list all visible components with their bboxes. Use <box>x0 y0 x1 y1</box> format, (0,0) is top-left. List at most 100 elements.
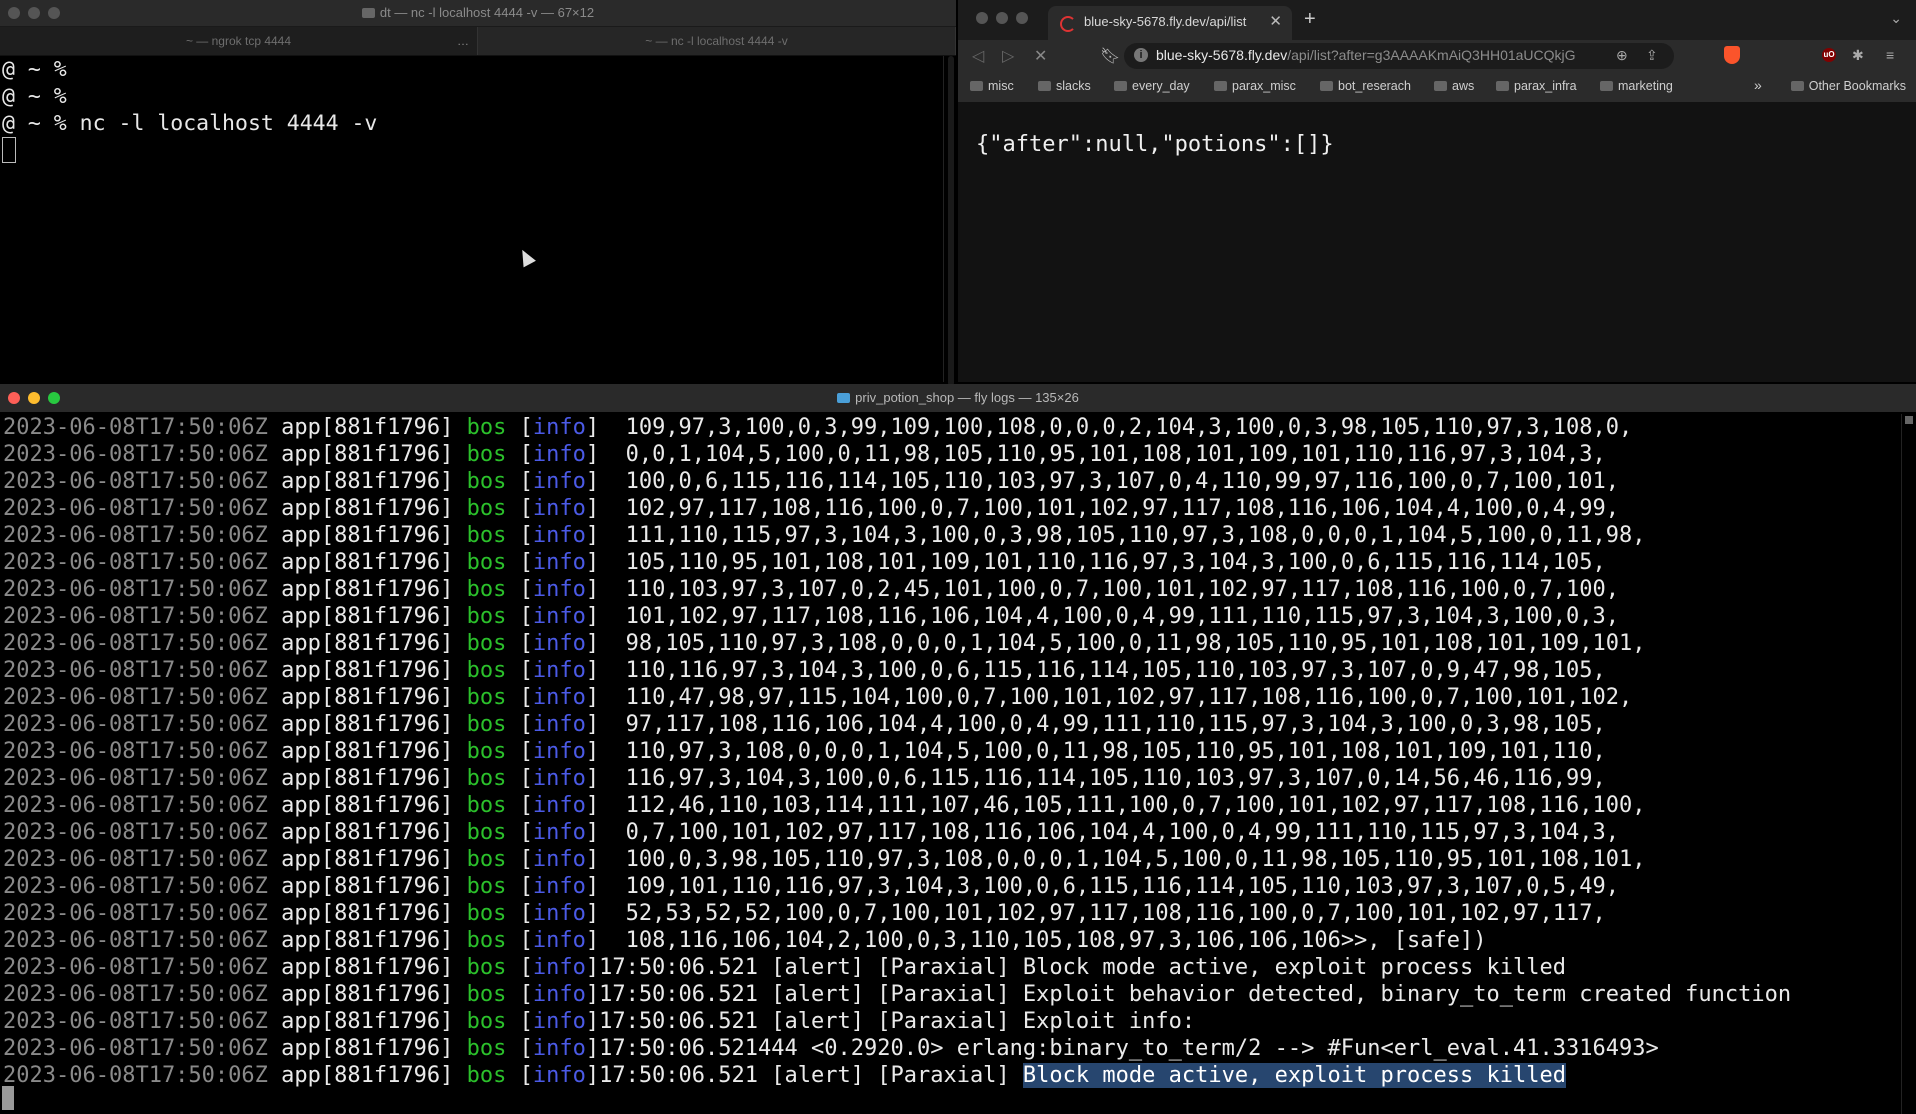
log-app-id: app[881f1796] <box>281 604 454 629</box>
terminal-titlebar[interactable]: dt — nc -l localhost 4444 -v — 67×12 <box>0 0 956 27</box>
log-separator: ] <box>585 577 626 602</box>
log-timestamp: 2023-06-08T17:50:06Z <box>3 1036 268 1061</box>
log-line: 2023-06-08T17:50:06Z app[881f1796] bos [… <box>3 415 1633 440</box>
terminal-window-logs[interactable]: priv_potion_shop — fly logs — 135×26 202… <box>0 384 1916 1114</box>
ublock-icon[interactable]: uO <box>1822 48 1836 62</box>
other-bookmarks[interactable]: Other Bookmarks <box>1790 79 1906 93</box>
log-message: 102,97,117,108,116,100,0,7,100,101,102,9… <box>625 496 1619 521</box>
log-message: 0,7,100,101,102,97,117,108,116,106,104,4… <box>625 820 1619 845</box>
terminal-titlebar[interactable]: priv_potion_shop — fly logs — 135×26 <box>0 384 1916 412</box>
log-line: 2023-06-08T17:50:06Z app[881f1796] bos [… <box>3 766 1606 791</box>
folder-icon <box>1496 81 1509 91</box>
log-line: 2023-06-08T17:50:06Z app[881f1796] bos [… <box>3 712 1606 737</box>
log-level: info <box>532 604 586 629</box>
log-level: info <box>532 793 586 818</box>
bookmark-folder-slacks[interactable]: slacks <box>1038 79 1091 93</box>
log-region: bos <box>466 712 507 737</box>
log-app-id: app[881f1796] <box>281 982 454 1007</box>
chevron-down-icon[interactable]: ⌄ <box>1890 10 1902 27</box>
url-text[interactable]: blue-sky-5678.fly.dev/api/list?after=g3A… <box>1156 47 1576 63</box>
log-region: bos <box>466 793 507 818</box>
log-app-id: app[881f1796] <box>281 550 454 575</box>
log-output[interactable]: 2023-06-08T17:50:06Z app[881f1796] bos [… <box>3 414 1896 1089</box>
bookmarks-overflow-icon[interactable]: » <box>1754 77 1762 93</box>
log-line: 2023-06-08T17:50:06Z app[881f1796] bos [… <box>3 1036 1659 1061</box>
log-app-id: app[881f1796] <box>281 955 454 980</box>
browser-tabbar[interactable]: blue-sky-5678.fly.dev/api/list ✕ + ⌄ <box>958 0 1916 40</box>
zoom-button[interactable] <box>1016 12 1028 24</box>
log-message: 0,0,1,104,5,100,0,11,98,105,110,95,101,1… <box>625 442 1606 467</box>
bookmarks-bar: misc slacks every_day parax_misc bot_res… <box>958 72 1916 103</box>
terminal-window-top[interactable]: dt — nc -l localhost 4444 -v — 67×12 ~ —… <box>0 0 956 386</box>
terminal-output[interactable]: @ ~ % @ ~ % @ ~ % nc -l localhost 4444 -… <box>0 56 942 382</box>
zoom-icon[interactable]: ⊕ <box>1616 47 1628 64</box>
bookmark-folder-parax-misc[interactable]: parax_misc <box>1214 79 1296 93</box>
menu-icon[interactable]: ≡ <box>1886 47 1894 63</box>
tab-overflow-icon[interactable]: … <box>457 27 469 55</box>
bookmark-folder-parax-infra[interactable]: parax_infra <box>1496 79 1577 93</box>
site-info-icon[interactable]: i <box>1134 48 1148 62</box>
back-icon[interactable]: ◁ <box>972 46 984 66</box>
log-level: info <box>532 847 586 872</box>
selected-text[interactable]: Block mode active, exploit process kille… <box>1022 1063 1566 1088</box>
log-level: info <box>532 496 586 521</box>
log-timestamp: 2023-06-08T17:50:06Z <box>3 604 268 629</box>
log-app-id: app[881f1796] <box>281 1036 454 1061</box>
scroll-up-icon[interactable] <box>1905 416 1913 424</box>
bookmark-folder-every-day[interactable]: every_day <box>1114 79 1190 93</box>
scroll-thumb[interactable] <box>948 56 954 386</box>
log-level: info <box>532 442 586 467</box>
log-region: bos <box>466 685 507 710</box>
log-region: bos <box>466 658 507 683</box>
log-separator: ] <box>585 550 626 575</box>
log-app-id: app[881f1796] <box>281 496 454 521</box>
log-timestamp: 2023-06-08T17:50:06Z <box>3 469 268 494</box>
bookmark-folder-marketing[interactable]: marketing <box>1600 79 1673 93</box>
log-line: 2023-06-08T17:50:06Z app[881f1796] bos [… <box>3 469 1619 494</box>
terminal-scrollbar[interactable] <box>1901 414 1916 1114</box>
log-region: bos <box>466 604 507 629</box>
log-timestamp: 2023-06-08T17:50:06Z <box>3 496 268 521</box>
forward-icon[interactable]: ▷ <box>1002 46 1014 66</box>
log-app-id: app[881f1796] <box>281 1063 454 1088</box>
log-app-id: app[881f1796] <box>281 1009 454 1034</box>
log-message: 111,110,115,97,3,104,3,100,0,3,98,105,11… <box>625 523 1646 548</box>
bookmark-folder-misc[interactable]: misc <box>970 79 1014 93</box>
log-app-id: app[881f1796] <box>281 793 454 818</box>
stop-icon[interactable]: ✕ <box>1034 46 1047 66</box>
log-line: 2023-06-08T17:50:06Z app[881f1796] bos [… <box>3 577 1619 602</box>
log-message: 52,53,52,52,100,0,7,100,101,102,97,117,1… <box>625 901 1606 926</box>
new-tab-icon[interactable]: + <box>1304 8 1316 31</box>
log-line: 2023-06-08T17:50:06Z app[881f1796] bos [… <box>3 955 1566 980</box>
log-separator: ] <box>585 631 626 656</box>
bookmark-icon[interactable]: 🔖︎ <box>1100 46 1120 66</box>
log-message: 101,102,97,117,108,116,106,104,4,100,0,4… <box>625 604 1619 629</box>
log-region: bos <box>466 847 507 872</box>
log-level: info <box>532 658 586 683</box>
bookmark-folder-aws[interactable]: aws <box>1434 79 1474 93</box>
log-message: 97,117,108,116,106,104,4,100,0,4,99,111,… <box>625 712 1606 737</box>
log-separator: ] <box>585 901 626 926</box>
brave-shields-icon[interactable] <box>1724 46 1740 64</box>
browser-window[interactable]: blue-sky-5678.fly.dev/api/list ✕ + ⌄ ◁ ▷… <box>958 0 1916 382</box>
tab-nc[interactable]: ~ — nc -l localhost 4444 -v <box>478 27 956 55</box>
address-bar[interactable]: i blue-sky-5678.fly.dev/api/list?after=g… <box>1124 43 1674 69</box>
close-tab-icon[interactable]: ✕ <box>1269 12 1282 30</box>
log-level: info <box>532 577 586 602</box>
log-message: 17:50:06.521 [alert] [Paraxial] <box>599 1063 1023 1088</box>
minimize-button[interactable] <box>996 12 1008 24</box>
log-region: bos <box>466 550 507 575</box>
browser-tab[interactable]: blue-sky-5678.fly.dev/api/list ✕ <box>1048 6 1292 40</box>
page-content: {"after":null,"potions":[]} <box>958 102 1916 382</box>
terminal-scrollbar[interactable] <box>943 56 956 386</box>
log-line: 2023-06-08T17:50:06Z app[881f1796] bos [… <box>3 820 1619 845</box>
log-line: 2023-06-08T17:50:06Z app[881f1796] bos [… <box>3 550 1606 575</box>
log-app-id: app[881f1796] <box>281 658 454 683</box>
bookmark-folder-bot-reserach[interactable]: bot_reserach <box>1320 79 1411 93</box>
close-button[interactable] <box>976 12 988 24</box>
share-icon[interactable]: ⇪ <box>1646 47 1658 64</box>
folder-icon <box>837 393 851 403</box>
extensions-icon[interactable]: ✱ <box>1852 47 1864 64</box>
log-message: 116,97,3,104,3,100,0,6,115,116,114,105,1… <box>625 766 1606 791</box>
tab-ngrok[interactable]: ~ — ngrok tcp 4444… <box>0 27 478 55</box>
